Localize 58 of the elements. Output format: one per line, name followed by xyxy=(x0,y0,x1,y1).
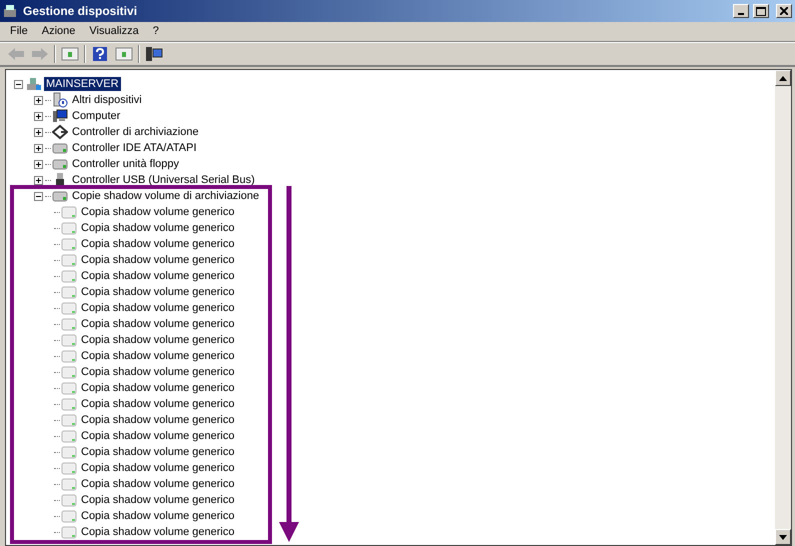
tree-item[interactable]: Copia shadow volume generico xyxy=(79,269,236,283)
expand-toggle[interactable] xyxy=(34,176,43,184)
expand-toggle[interactable] xyxy=(34,112,43,120)
menu-item[interactable]: Azione xyxy=(36,22,82,41)
tree-item[interactable]: MAINSERVER xyxy=(44,77,121,91)
tree-item[interactable]: Controller di archiviazione xyxy=(70,125,201,139)
tree-item[interactable]: Copia shadow volume generico xyxy=(79,381,236,395)
down-arrow-icon xyxy=(779,534,787,540)
tree-item[interactable]: Copia shadow volume generico xyxy=(79,429,236,443)
tree-item[interactable]: Copia shadow volume generico xyxy=(79,493,236,507)
tree-item[interactable]: Copia shadow volume generico xyxy=(79,365,236,379)
tree-item[interactable]: Copia shadow volume generico xyxy=(79,317,236,331)
tree-item[interactable]: Copia shadow volume generico xyxy=(79,205,236,219)
window-title: Gestione dispositivi xyxy=(23,3,138,20)
maximize-icon xyxy=(756,6,766,16)
expand-toggle[interactable] xyxy=(34,128,43,136)
tree-item[interactable]: Computer xyxy=(70,109,122,123)
collapse-toggle[interactable] xyxy=(34,192,43,200)
maximize-button[interactable] xyxy=(753,4,770,18)
tree-item[interactable]: Copia shadow volume generico xyxy=(79,301,236,315)
tree-item[interactable]: Controller USB (Universal Serial Bus) xyxy=(70,173,257,187)
server-icon xyxy=(26,76,42,92)
app-icon xyxy=(3,3,19,19)
close-button[interactable] xyxy=(776,4,792,18)
scroll-up-button[interactable] xyxy=(775,70,791,86)
tree-item[interactable]: Copia shadow volume generico xyxy=(79,349,236,363)
diamond-icon xyxy=(52,124,68,140)
menu-item[interactable]: File xyxy=(4,22,34,41)
tree-item[interactable]: Copia shadow volume generico xyxy=(79,221,236,235)
tree-item[interactable]: Copia shadow volume generico xyxy=(79,237,236,251)
close-icon xyxy=(780,7,788,15)
tree-item[interactable]: Altri dispositivi xyxy=(70,93,144,107)
up-arrow-icon xyxy=(779,76,787,80)
expand-toggle[interactable] xyxy=(34,96,43,104)
tree-item[interactable]: Copia shadow volume generico xyxy=(79,477,236,491)
tree-item[interactable]: Copia shadow volume generico xyxy=(79,445,236,459)
scroll-down-button[interactable] xyxy=(775,529,791,545)
tree-item[interactable]: Copia shadow volume generico xyxy=(79,525,236,539)
tree-item[interactable]: Copia shadow volume generico xyxy=(79,509,236,523)
collapse-toggle[interactable] xyxy=(14,80,23,88)
minimize-button[interactable] xyxy=(733,4,750,18)
tree-item[interactable]: Copia shadow volume generico xyxy=(79,397,236,411)
monitor-icon xyxy=(52,108,68,124)
tree-item[interactable]: Controller unità floppy xyxy=(70,157,182,171)
tree-item[interactable]: Copia shadow volume generico xyxy=(79,285,236,299)
expand-toggle[interactable] xyxy=(34,160,43,168)
menu-item[interactable]: Visualizza xyxy=(83,22,145,41)
menu-item[interactable]: ? xyxy=(146,22,165,41)
tree-item[interactable]: Copia shadow volume generico xyxy=(79,461,236,475)
tree-item[interactable]: Controller IDE ATA/ATAPI xyxy=(70,141,198,155)
help-icon[interactable] xyxy=(90,45,110,63)
tree-item[interactable]: Copia shadow volume generico xyxy=(79,413,236,427)
tree-item[interactable]: Copia shadow volume generico xyxy=(79,253,236,267)
monitor-icon[interactable] xyxy=(144,45,164,63)
tree-item[interactable]: Copie shadow volume di archiviazione xyxy=(70,189,262,203)
console-tree-icon[interactable] xyxy=(60,45,80,63)
expand-toggle[interactable] xyxy=(34,144,43,152)
tree-item[interactable]: Copia shadow volume generico xyxy=(79,333,236,347)
